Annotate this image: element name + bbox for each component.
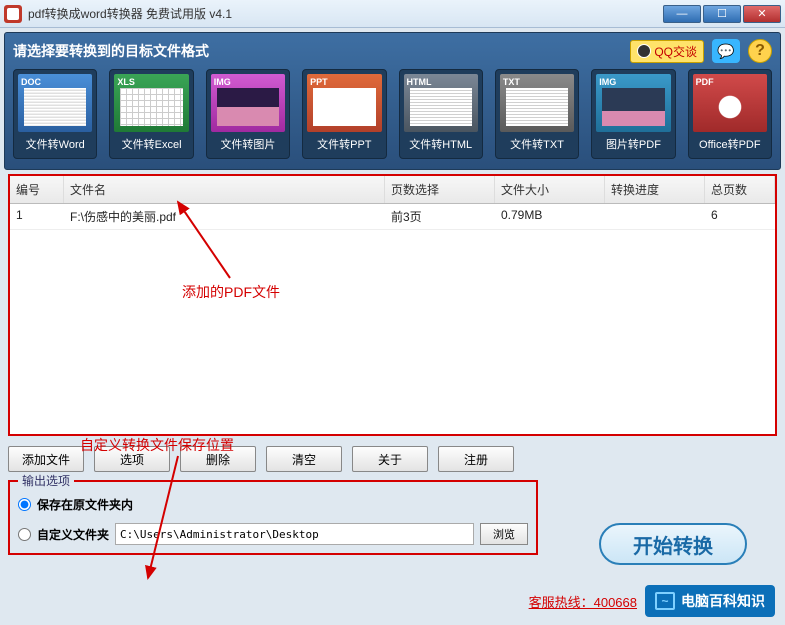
minimize-button[interactable]: —	[663, 5, 701, 23]
grid-header: 编号 文件名 页数选择 文件大小 转换进度 总页数	[10, 176, 775, 204]
register-button[interactable]: 注册	[438, 446, 514, 472]
format-label: 文件转PPT	[307, 136, 381, 152]
label-same-folder: 保存在原文件夹内	[37, 496, 133, 513]
clear-button[interactable]: 清空	[266, 446, 342, 472]
format-label: 文件转HTML	[404, 136, 478, 152]
window-title: pdf转换成word转换器 免费试用版 v4.1	[28, 5, 663, 22]
format-thumb: IMG	[211, 74, 285, 132]
format-文件转HTML[interactable]: HTML 文件转HTML	[399, 69, 483, 159]
file-grid: 编号 文件名 页数选择 文件大小 转换进度 总页数 1F:\伤感中的美丽.pdf…	[8, 174, 777, 436]
format-label: 文件转Excel	[114, 136, 188, 152]
format-label: 文件转图片	[211, 136, 285, 152]
col-sel[interactable]: 页数选择	[385, 176, 495, 203]
format-文件转TXT[interactable]: TXT 文件转TXT	[495, 69, 579, 159]
format-文件转图片[interactable]: IMG 文件转图片	[206, 69, 290, 159]
format-thumb: DOC	[18, 74, 92, 132]
format-thumb: PPT	[307, 74, 381, 132]
titlebar: pdf转换成word转换器 免费试用版 v4.1 — ☐ ✕	[0, 0, 785, 28]
watermark: 电脑百科知识	[645, 585, 775, 617]
radio-custom-folder[interactable]	[18, 528, 31, 541]
col-num[interactable]: 编号	[10, 176, 64, 203]
output-legend: 输出选项	[18, 472, 74, 489]
format-label: 图片转PDF	[596, 136, 670, 152]
format-thumb: XLS	[114, 74, 188, 132]
format-label: 文件转Word	[18, 136, 92, 152]
options-button[interactable]: 选项	[94, 446, 170, 472]
radio-same-folder[interactable]	[18, 498, 31, 511]
annotation-added-file: 添加的PDF文件	[182, 282, 280, 302]
format-thumb: IMG	[596, 74, 670, 132]
qq-chat-button[interactable]: QQ交谈	[630, 40, 704, 63]
format-thumb: TXT	[500, 74, 574, 132]
output-options: 输出选项 保存在原文件夹内 自定义文件夹 浏览	[8, 480, 538, 555]
toolbar-title: 请选择要转换到的目标文件格式	[13, 41, 209, 61]
watermark-text: 电脑百科知识	[681, 591, 765, 611]
hotline-link[interactable]: 客服热线：400668	[529, 592, 637, 611]
maximize-button[interactable]: ☐	[703, 5, 741, 23]
qq-label: QQ交谈	[654, 43, 697, 60]
delete-button[interactable]: 删除	[180, 446, 256, 472]
monitor-icon	[655, 592, 675, 610]
format-thumb: PDF	[693, 74, 767, 132]
browse-button[interactable]: 浏览	[480, 523, 528, 545]
custom-path-input[interactable]	[115, 523, 474, 545]
footer: 客服热线：400668 电脑百科知识	[529, 585, 775, 617]
content-area: 编号 文件名 页数选择 文件大小 转换进度 总页数 1F:\伤感中的美丽.pdf…	[8, 174, 777, 555]
chat-button[interactable]: 💬	[712, 39, 740, 63]
format-图片转PDF[interactable]: IMG 图片转PDF	[591, 69, 675, 159]
action-buttons: 添加文件 选项 删除 清空 关于 注册	[8, 446, 777, 472]
app-icon	[4, 5, 22, 23]
format-文件转PPT[interactable]: PPT 文件转PPT	[302, 69, 386, 159]
col-total[interactable]: 总页数	[705, 176, 775, 203]
qq-icon	[637, 44, 651, 58]
format-toolbar: 请选择要转换到的目标文件格式 QQ交谈 💬 ? DOC 文件转Word XLS 文件转…	[4, 32, 781, 170]
about-button[interactable]: 关于	[352, 446, 428, 472]
format-文件转Excel[interactable]: XLS 文件转Excel	[109, 69, 193, 159]
table-row[interactable]: 1F:\伤感中的美丽.pdf前3页0.79MB6	[10, 204, 775, 230]
col-name[interactable]: 文件名	[64, 176, 385, 203]
format-label: 文件转TXT	[500, 136, 574, 152]
start-convert-button[interactable]: 开始转换	[599, 523, 747, 565]
format-文件转Word[interactable]: DOC 文件转Word	[13, 69, 97, 159]
format-label: Office转PDF	[693, 136, 767, 152]
col-size[interactable]: 文件大小	[495, 176, 605, 203]
format-Office转PDF[interactable]: PDF Office转PDF	[688, 69, 772, 159]
add-file-button[interactable]: 添加文件	[8, 446, 84, 472]
col-prog[interactable]: 转换进度	[605, 176, 705, 203]
label-custom-folder: 自定义文件夹	[37, 526, 109, 543]
close-button[interactable]: ✕	[743, 5, 781, 23]
format-thumb: HTML	[404, 74, 478, 132]
help-button[interactable]: ?	[748, 39, 772, 63]
